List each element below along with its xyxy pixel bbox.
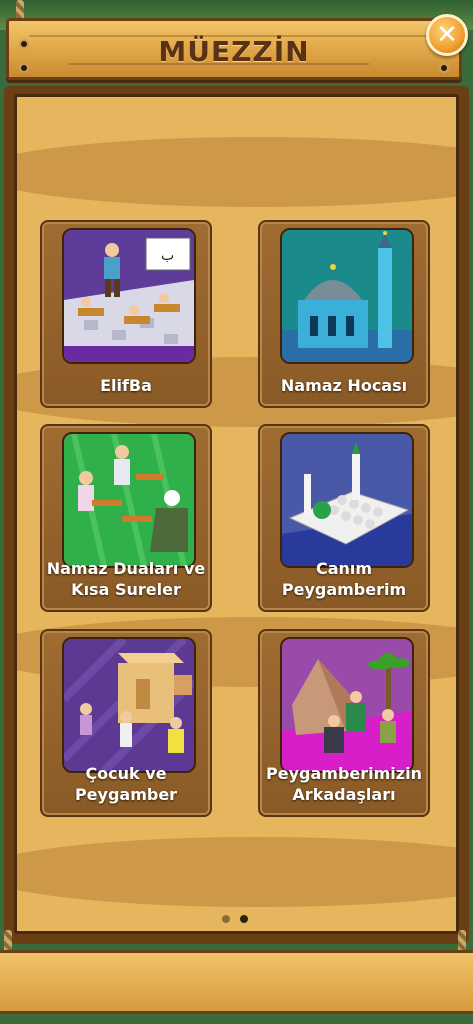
nail-icon — [19, 39, 29, 49]
menu-item-label: ElifBa — [100, 376, 152, 395]
menu-item-elifba[interactable]: ب ElifBa — [40, 220, 212, 408]
menu-grid: ب ElifBa Namaz Hocası Namaz Duaları ve K… — [26, 124, 436, 824]
menu-item-canim-peygamberim[interactable]: Canım Peygamberim — [258, 424, 430, 612]
page-title: MÜEZZİN — [158, 35, 310, 68]
nail-icon — [19, 63, 29, 73]
title-board: MÜEZZİN — [6, 18, 462, 80]
classroom-icon: ب — [62, 228, 196, 364]
menu-item-peygamberimizin-arkadaslari[interactable]: Peygamberimizin Arkadaşları — [258, 629, 430, 817]
page-indicator — [222, 915, 248, 923]
menu-item-label: Namaz Duaları ve Kısa Sureler — [46, 559, 206, 599]
prayer-icon — [62, 432, 196, 568]
menu-item-namaz-hocasi[interactable]: Namaz Hocası — [258, 220, 430, 408]
menu-item-label: Canım Peygamberim — [281, 559, 407, 599]
menu-item-label: Peygamberimizin Arkadaşları — [266, 764, 422, 804]
menu-item-namaz-dualari[interactable]: Namaz Duaları ve Kısa Sureler — [40, 424, 212, 612]
children-house-icon — [62, 637, 196, 773]
page-dot[interactable] — [222, 915, 230, 923]
menu-item-label: Çocuk ve Peygamber — [74, 764, 178, 804]
nail-icon — [439, 63, 449, 73]
background-bottom — [0, 1014, 473, 1024]
desert-tent-icon — [280, 637, 414, 773]
bottom-board — [0, 950, 473, 1014]
menu-item-label: Namaz Hocası — [280, 376, 408, 395]
green-dome-mosque-icon — [280, 432, 414, 568]
svg-text:ب: ب — [161, 248, 174, 264]
sand-wave — [17, 837, 456, 907]
page-dot-active[interactable] — [240, 915, 248, 923]
menu-item-cocuk-ve-peygamber[interactable]: Çocuk ve Peygamber — [40, 629, 212, 817]
close-button[interactable]: ✕ — [426, 14, 468, 56]
mosque-icon — [280, 228, 414, 364]
close-icon: ✕ — [436, 20, 458, 50]
